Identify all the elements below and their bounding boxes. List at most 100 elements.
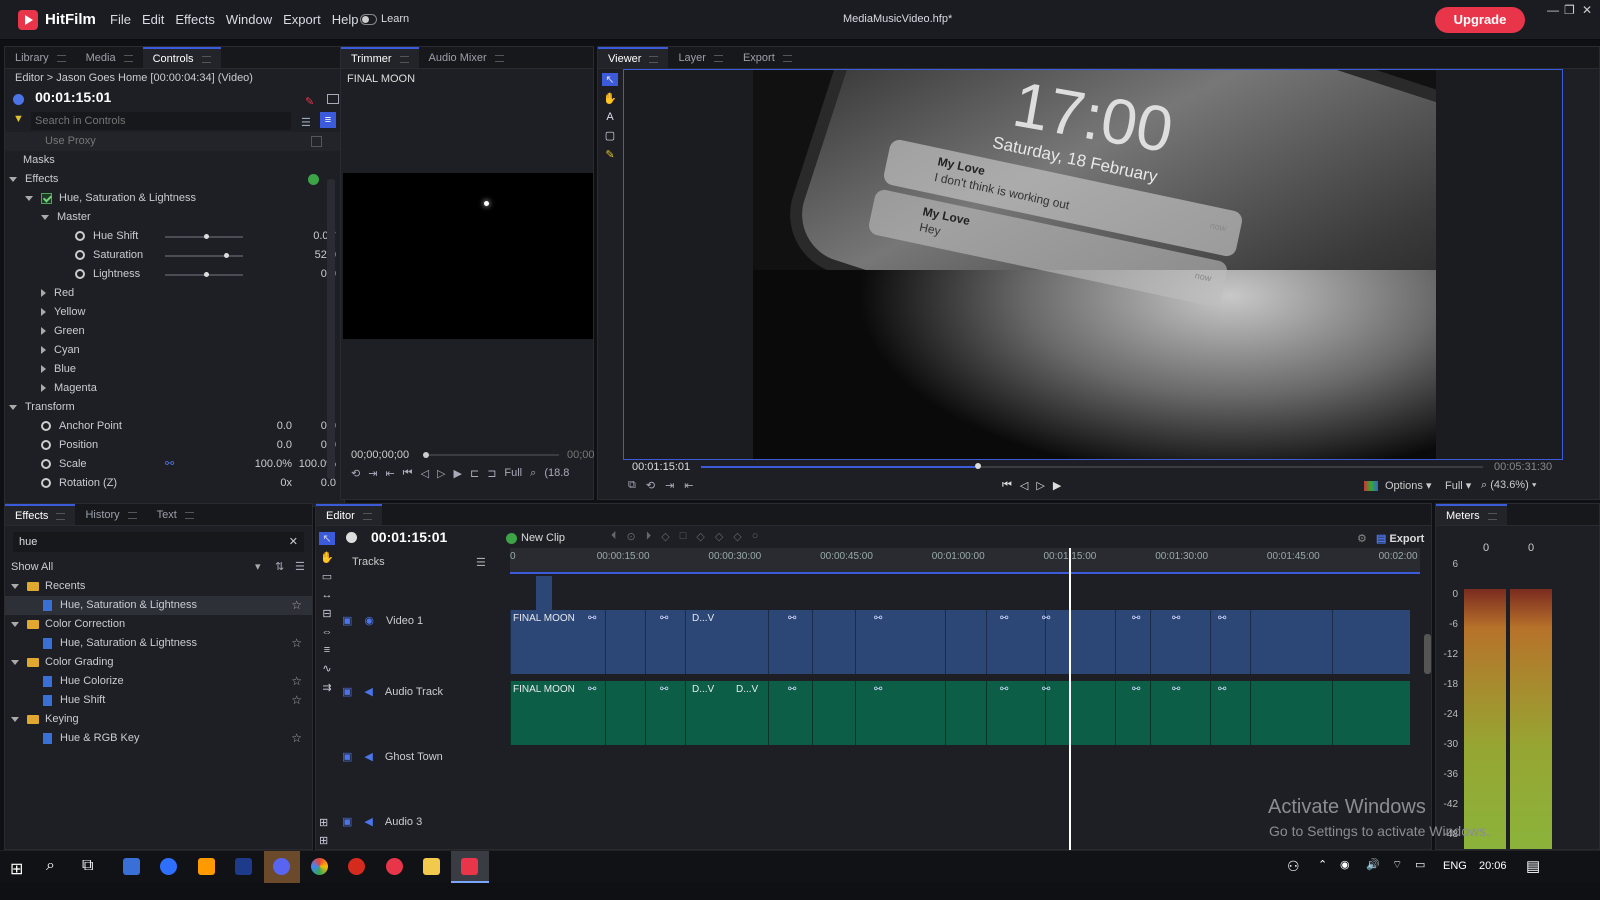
add-effect-icon[interactable] xyxy=(308,174,319,185)
transform-value-1[interactable]: 0x xyxy=(280,474,292,493)
viewer-options[interactable]: Options ▾ xyxy=(1385,479,1432,492)
menu-edit[interactable]: Edit xyxy=(142,12,164,27)
step-back-icon[interactable]: ◁ xyxy=(421,467,429,480)
menu-export[interactable]: Export xyxy=(283,12,321,27)
editor-timecode[interactable]: 00:01:15:01 xyxy=(371,529,447,545)
trimmer-quality[interactable]: Full xyxy=(504,467,522,480)
timeline-clip[interactable] xyxy=(1332,610,1410,674)
play-icon[interactable]: ▶ xyxy=(454,467,462,480)
settings-icon[interactable]: ⚙ xyxy=(1357,532,1367,545)
tab-meters[interactable]: Meters xyxy=(1436,504,1507,525)
timeline-clip[interactable] xyxy=(986,681,1045,745)
param-slider[interactable] xyxy=(165,234,243,239)
effect-enabled-checkbox[interactable] xyxy=(41,192,52,204)
roll-tool-icon[interactable]: ⊟ xyxy=(319,607,335,620)
eye-icon[interactable]: ◉ xyxy=(364,615,374,627)
timeline-clip[interactable] xyxy=(1045,610,1115,674)
timeline-clip[interactable] xyxy=(1250,610,1332,674)
channel-group[interactable]: Cyan xyxy=(5,341,344,360)
tab-viewer[interactable]: Viewer xyxy=(598,47,669,68)
timeline-ruler[interactable]: 0 00:00:15:00 00:00:30:00 00:00:45:00 00:01:… xyxy=(510,548,1420,574)
opera-icon[interactable] xyxy=(386,858,403,875)
app-icon-1[interactable] xyxy=(123,858,140,875)
param-row[interactable]: Hue Shift 0.0 ° xyxy=(5,227,344,246)
speaker-icon[interactable]: ◀ xyxy=(364,751,372,763)
windows-start-icon[interactable]: ⊞ xyxy=(10,859,23,879)
transform-param-row[interactable]: Rotation (Z) 0x 0.0 xyxy=(5,474,344,493)
overwrite-icon[interactable]: ⇤ xyxy=(684,479,693,492)
illustrator-icon[interactable] xyxy=(198,858,215,875)
file-explorer-icon[interactable] xyxy=(423,858,440,875)
prev-edit-icon[interactable]: ⏴ xyxy=(611,530,617,543)
channel-group[interactable]: Green xyxy=(5,322,344,341)
param-row[interactable]: Saturation 52.0 xyxy=(5,246,344,265)
transform-param-row[interactable]: Anchor Point0.00.0 xyxy=(5,417,344,436)
tab-trimmer[interactable]: Trimmer xyxy=(341,47,419,68)
search-icon[interactable]: ⌕ xyxy=(46,857,55,875)
zoom-app-icon[interactable] xyxy=(160,858,177,875)
dropdown-arrow-icon[interactable]: ▾ xyxy=(255,558,261,577)
diamond-icon[interactable]: ◇ xyxy=(696,530,704,543)
select-tool-icon[interactable]: ↖ xyxy=(319,532,335,545)
transform-value-1[interactable]: 100.0% xyxy=(255,455,292,474)
lock-icon[interactable]: ▣ xyxy=(342,816,352,828)
timeline-clip[interactable] xyxy=(855,610,945,674)
zoom-icon[interactable]: ⌕ xyxy=(530,467,536,480)
speaker-icon[interactable]: ◀ xyxy=(364,686,372,698)
timeline-clip[interactable] xyxy=(605,681,645,745)
hand-tool-icon[interactable]: ✋ xyxy=(319,551,335,564)
people-icon[interactable]: ⚇ xyxy=(1287,858,1300,875)
hand-tool-icon[interactable]: ✋ xyxy=(602,92,618,105)
battery-icon[interactable]: ▭ xyxy=(1415,858,1425,871)
clock[interactable]: 20:06 xyxy=(1479,860,1507,872)
step-forward-icon[interactable]: ▷ xyxy=(437,467,445,480)
track-header[interactable]: ▣ ◀ Audio Track xyxy=(342,685,502,705)
tab-effects[interactable]: Effects xyxy=(5,504,76,525)
keyframe-toggle-icon[interactable] xyxy=(75,231,85,242)
skip-start-icon[interactable]: ⏮ xyxy=(1002,479,1012,492)
skip-start-icon[interactable]: ⏮ xyxy=(403,467,413,480)
tab-history[interactable]: History xyxy=(75,504,146,525)
trimmer-timecode[interactable]: 00;00;00;00 xyxy=(351,449,409,461)
new-clip-button[interactable]: New Clip xyxy=(506,532,565,544)
rate-tool-icon[interactable]: ⇔ xyxy=(319,626,335,638)
volume-icon[interactable]: 🔊 xyxy=(1366,858,1380,871)
effects-folder[interactable]: Color Correction xyxy=(5,615,312,634)
detail-view-icon[interactable]: ≡ xyxy=(320,112,336,128)
track-header[interactable]: ▣ ◉ Video 1 xyxy=(342,614,502,634)
marker-icon[interactable]: ◇ xyxy=(661,530,669,543)
mask-tool-icon[interactable]: ▢ xyxy=(602,129,618,142)
viewer-scrubber[interactable] xyxy=(701,463,1483,469)
masks-row[interactable]: Masks xyxy=(5,151,344,170)
transform-value-1[interactable]: 0.0 xyxy=(277,417,292,436)
maximize-icon[interactable]: ❐ xyxy=(1564,3,1575,17)
param-slider[interactable] xyxy=(165,272,243,277)
speaker-icon[interactable]: ◀ xyxy=(364,816,372,828)
slice-tool-icon[interactable]: ▭ xyxy=(319,570,335,583)
stop-icon[interactable]: □ xyxy=(680,530,687,543)
channel-group[interactable]: Blue xyxy=(5,360,344,379)
circle-icon[interactable]: ○ xyxy=(752,530,759,543)
effects-group[interactable]: Effects xyxy=(5,170,344,189)
timeline-clip[interactable] xyxy=(986,610,1045,674)
keyframe-toggle-icon[interactable] xyxy=(41,421,51,432)
mark-in-icon[interactable]: ⊏ xyxy=(470,467,479,480)
notifications-icon[interactable]: ▤ xyxy=(1526,857,1540,875)
timeline-clip[interactable] xyxy=(1250,681,1332,745)
insert-icon[interactable]: ⇥ xyxy=(368,467,377,480)
insert-icon[interactable]: ⇥ xyxy=(665,479,674,492)
viewer-quality[interactable]: Full ▾ xyxy=(1445,479,1471,492)
tray-chevron-icon[interactable]: ⌃ xyxy=(1318,858,1327,871)
effect-item[interactable]: Hue Colorize ☆ xyxy=(5,672,312,691)
favorite-star-icon[interactable]: ☆ xyxy=(291,596,302,615)
timeline-clip[interactable] xyxy=(1045,681,1115,745)
minimize-icon[interactable]: — xyxy=(1547,3,1559,17)
learn-toggle[interactable] xyxy=(360,14,377,25)
favorite-star-icon[interactable]: ☆ xyxy=(291,729,302,748)
playhead[interactable] xyxy=(1069,548,1071,851)
effect-item[interactable]: Hue & RGB Key ☆ xyxy=(5,729,312,748)
track-select-icon[interactable]: ⇉ xyxy=(319,681,335,694)
timeline-clip[interactable] xyxy=(605,610,645,674)
text-tool-icon[interactable]: A xyxy=(602,111,618,123)
keyframe-toggle-icon[interactable] xyxy=(75,269,85,280)
